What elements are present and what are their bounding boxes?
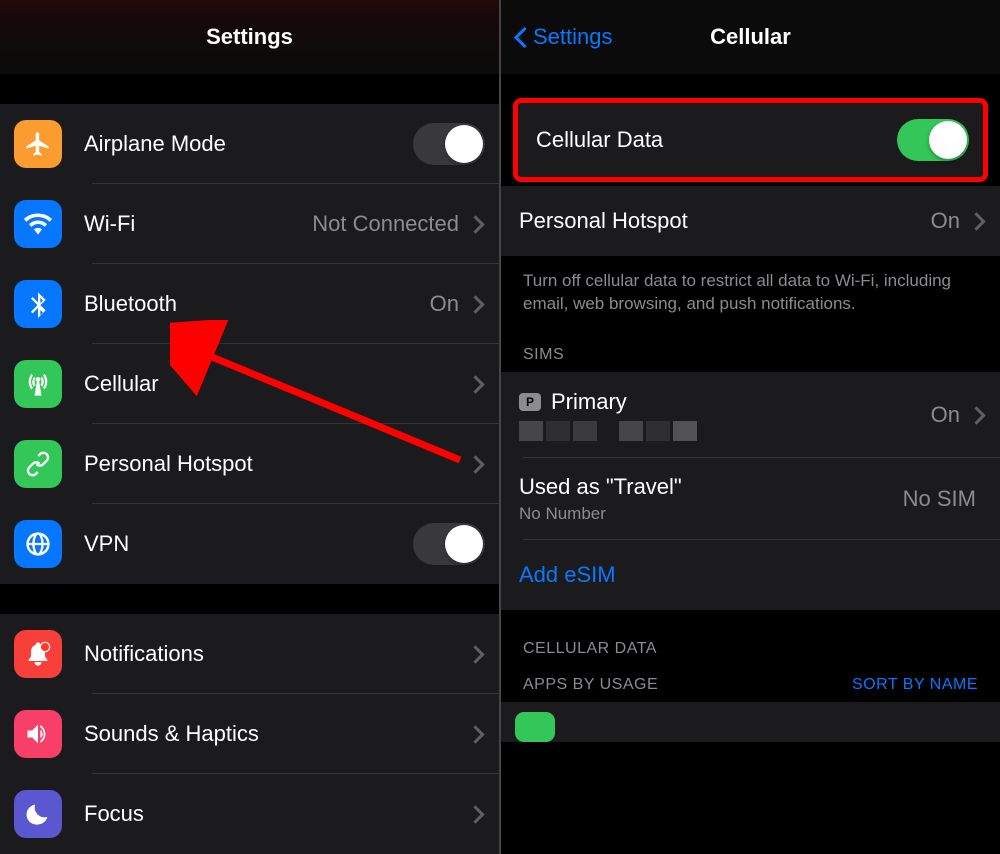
bluetooth-label: Bluetooth: [84, 291, 430, 317]
sim-badge: P: [519, 393, 541, 411]
chevron-right-icon: [469, 644, 481, 664]
hotspot-label: Personal Hotspot: [84, 451, 469, 477]
notifications-label: Notifications: [84, 641, 469, 667]
chevron-right-icon: [469, 214, 481, 234]
cellular-data-row[interactable]: Cellular Data: [518, 103, 983, 177]
wifi-label: Wi-Fi: [84, 211, 312, 237]
personal-hotspot-row[interactable]: Personal Hotspot On: [501, 186, 1000, 256]
app-icon: [515, 712, 555, 742]
back-button[interactable]: Settings: [515, 24, 613, 50]
apps-usage-label: APPS BY USAGE: [523, 676, 658, 694]
bluetooth-row[interactable]: Bluetooth On: [0, 264, 499, 344]
sim-travel-value: No SIM: [903, 486, 976, 512]
airplane-icon: [14, 120, 62, 168]
page-title: Cellular: [710, 24, 791, 50]
sim-travel-row[interactable]: Used as "Travel" No Number No SIM: [501, 458, 1000, 540]
chevron-right-icon: [469, 804, 481, 824]
antenna-icon: [14, 360, 62, 408]
sim-travel-sub: No Number: [519, 504, 903, 524]
general-section: Notifications Sounds & Haptics Focus: [0, 614, 499, 854]
chevron-right-icon: [469, 454, 481, 474]
cellular-row[interactable]: Cellular: [0, 344, 499, 424]
app-row-peek[interactable]: [501, 702, 1000, 758]
moon-icon: [14, 790, 62, 838]
cellular-label: Cellular: [84, 371, 469, 397]
wifi-icon: [14, 200, 62, 248]
sim-travel-label: Used as "Travel": [519, 474, 903, 500]
redacted-number: [519, 421, 931, 441]
airplane-label: Airplane Mode: [84, 131, 413, 157]
chevron-right-icon: [469, 724, 481, 744]
bluetooth-value: On: [430, 291, 459, 317]
sort-by-name-button[interactable]: SORT BY NAME: [852, 676, 978, 694]
chevron-right-icon: [469, 374, 481, 394]
bluetooth-icon: [14, 280, 62, 328]
apps-by-usage-header: APPS BY USAGE SORT BY NAME: [501, 666, 1000, 702]
sim-primary-value: On: [931, 402, 960, 428]
network-section: Airplane Mode Wi-Fi Not Connected Blueto: [0, 104, 499, 584]
chevron-right-icon: [970, 211, 982, 231]
bell-icon: [14, 630, 62, 678]
vpn-toggle[interactable]: [413, 523, 485, 565]
speaker-icon: [14, 710, 62, 758]
settings-header: Settings: [0, 0, 499, 74]
notifications-row[interactable]: Notifications: [0, 614, 499, 694]
sim-primary-label: Primary: [551, 389, 627, 415]
vpn-label: VPN: [84, 531, 413, 557]
cellular-data-toggle[interactable]: [897, 119, 969, 161]
page-title: Settings: [206, 24, 293, 50]
sims-section: P Primary On: [501, 372, 1000, 610]
chevron-left-icon: [515, 26, 529, 48]
cellular-data-section-header: CELLULAR DATA: [501, 610, 1000, 666]
add-esim-row[interactable]: Add eSIM: [501, 540, 1000, 610]
globe-icon: [14, 520, 62, 568]
wifi-row[interactable]: Wi-Fi Not Connected: [0, 184, 499, 264]
back-label: Settings: [533, 24, 613, 50]
cellular-header: Settings Cellular: [501, 0, 1000, 74]
personal-hotspot-label: Personal Hotspot: [519, 208, 931, 234]
focus-label: Focus: [84, 801, 469, 827]
chevron-right-icon: [469, 294, 481, 314]
cellular-data-label: Cellular Data: [536, 127, 897, 153]
sims-header: SIMs: [501, 330, 1000, 372]
focus-row[interactable]: Focus: [0, 774, 499, 854]
airplane-toggle[interactable]: [413, 123, 485, 165]
personal-hotspot-value: On: [931, 208, 960, 234]
sounds-row[interactable]: Sounds & Haptics: [0, 694, 499, 774]
wifi-value: Not Connected: [312, 211, 459, 237]
sounds-label: Sounds & Haptics: [84, 721, 469, 747]
link-icon: [14, 440, 62, 488]
cellular-note: Turn off cellular data to restrict all d…: [501, 256, 1000, 330]
vpn-row[interactable]: VPN: [0, 504, 499, 584]
add-esim-label: Add eSIM: [519, 562, 986, 588]
apps-section: [501, 702, 1000, 742]
hotspot-section: Personal Hotspot On: [501, 186, 1000, 256]
chevron-right-icon: [970, 405, 982, 425]
sim-primary-row[interactable]: P Primary On: [501, 372, 1000, 458]
airplane-mode-row[interactable]: Airplane Mode: [0, 104, 499, 184]
highlight-annotation: Cellular Data: [513, 98, 988, 182]
hotspot-row[interactable]: Personal Hotspot: [0, 424, 499, 504]
